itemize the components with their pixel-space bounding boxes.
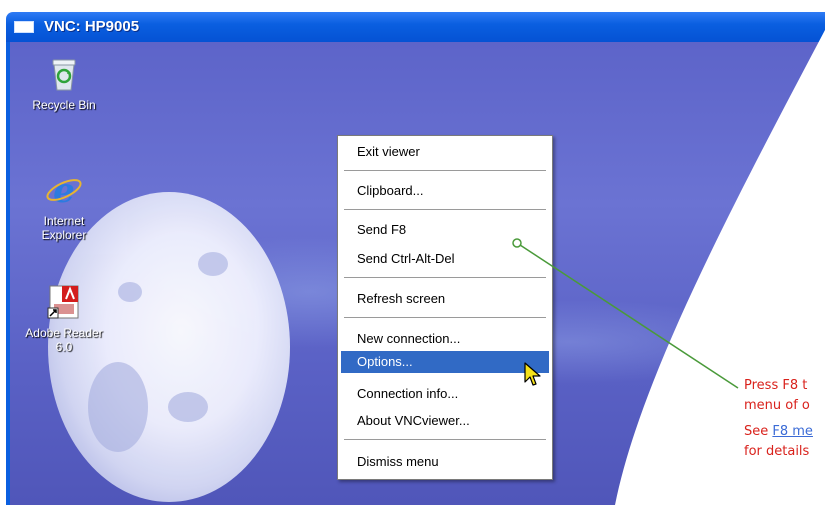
desktop-icon-label: Adobe Reader 6.0 — [14, 326, 114, 354]
menu-item-connection-info[interactable]: Connection info... — [341, 383, 549, 405]
menu-item-label: Dismiss menu — [357, 454, 439, 469]
recycle-bin-icon — [52, 59, 76, 91]
menu-item-label: New connection... — [357, 331, 461, 346]
menu-separator — [344, 277, 546, 279]
menu-item-label: Send Ctrl-Alt-Del — [357, 251, 455, 266]
callout-see-prefix: See — [744, 424, 773, 439]
menu-item-label: Send F8 — [357, 222, 407, 237]
menu-item-refresh-screen[interactable]: Refresh screen — [341, 288, 549, 310]
callout-text-line4: for details — [744, 444, 810, 459]
menu-separator — [344, 317, 546, 319]
svg-text:e: e — [53, 171, 75, 210]
menu-separator — [344, 209, 546, 211]
desktop-icon-label-line1: Internet — [43, 214, 85, 228]
menu-item-exit-viewer[interactable]: Exit viewer — [341, 141, 549, 163]
menu-item-send-ctrl-alt-del[interactable]: Send Ctrl-Alt-Del — [341, 248, 549, 270]
menu-item-label: Clipboard... — [357, 183, 424, 198]
menu-item-label: Refresh screen — [357, 291, 446, 306]
mouse-cursor-icon — [524, 362, 541, 386]
menu-item-label: About VNCviewer... — [357, 413, 470, 428]
desktop-icon-label-line2: Explorer — [41, 228, 87, 242]
menu-item-label: Connection info... — [357, 386, 459, 401]
menu-item-clipboard[interactable]: Clipboard... — [341, 180, 549, 202]
menu-item-send-f8[interactable]: Send F8 — [341, 219, 549, 241]
window-icon — [14, 21, 34, 33]
internet-explorer-icon: e — [46, 171, 82, 210]
menu-separator — [344, 170, 546, 172]
desktop-icon-label-line1: Adobe Reader — [25, 326, 103, 340]
vnc-window: VNC: HP9005 Recycle Bin e Internet Explo… — [0, 0, 825, 505]
desktop-icon-recycle-bin[interactable]: Recycle Bin — [14, 54, 114, 112]
callout-text-line2: menu of o — [744, 398, 810, 413]
title-bar[interactable]: VNC: HP9005 — [6, 12, 825, 42]
menu-item-new-connection[interactable]: New connection... — [341, 328, 549, 350]
menu-item-label: Options... — [357, 354, 413, 369]
menu-item-label: Exit viewer — [357, 144, 420, 159]
callout-text-line1: Press F8 t — [744, 378, 808, 393]
desktop-icon-label-line2: 6.0 — [55, 340, 73, 354]
window-title: VNC: HP9005 — [44, 18, 140, 35]
menu-item-dismiss-menu[interactable]: Dismiss menu — [341, 451, 549, 473]
desktop-icon-label: Internet Explorer — [14, 214, 114, 242]
callout-see-line: See F8 me — [744, 424, 813, 439]
desktop-icon-internet-explorer[interactable]: e Internet Explorer — [14, 170, 114, 242]
menu-item-options[interactable]: Options... — [341, 351, 549, 373]
desktop-icon-adobe-reader[interactable]: Adobe Reader 6.0 — [14, 282, 114, 354]
adobe-reader-icon — [47, 285, 79, 319]
f8-context-menu: Exit viewer Clipboard... Send F8 Send Ct… — [337, 135, 553, 480]
menu-separator — [344, 439, 546, 441]
f8-menu-link[interactable]: F8 me — [772, 424, 813, 439]
menu-item-about-vncviewer[interactable]: About VNCviewer... — [341, 410, 549, 432]
desktop-icon-label: Recycle Bin — [32, 98, 96, 112]
